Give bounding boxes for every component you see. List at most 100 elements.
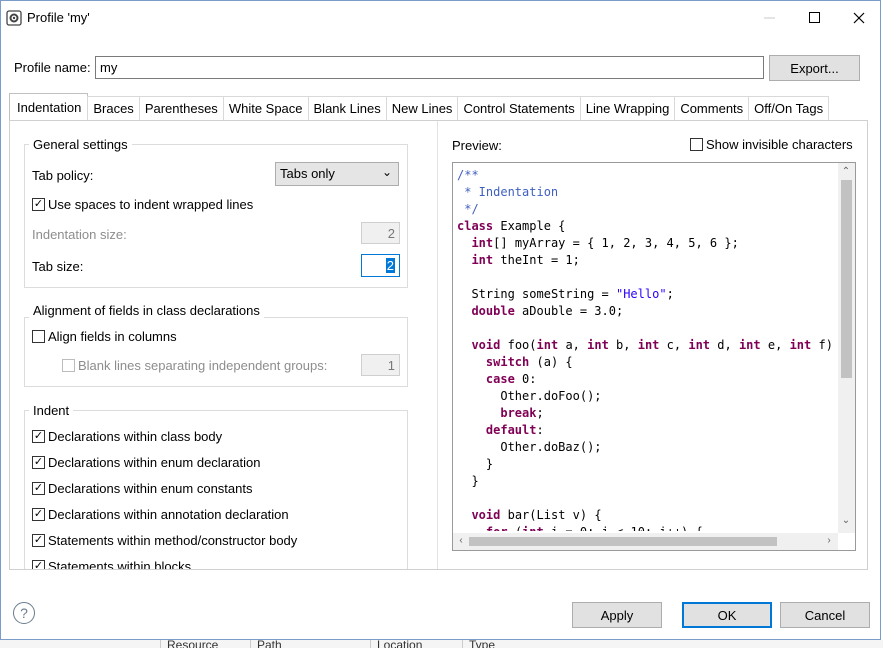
tab-policy-select[interactable]: Tabs only ⌄ xyxy=(275,162,399,186)
profile-name-input[interactable]: my xyxy=(95,56,764,79)
preview-code: /** * Indentation */ class Example { int[… xyxy=(457,167,837,531)
code-line: * Indentation xyxy=(457,185,559,199)
bg-column-location: Location xyxy=(377,640,423,648)
maximize-icon xyxy=(808,12,820,23)
minimize-icon xyxy=(763,17,775,19)
code-line: break; xyxy=(500,406,544,420)
tab-parentheses[interactable]: Parentheses xyxy=(138,96,224,120)
tab-off-on-tags[interactable]: Off/On Tags xyxy=(748,96,830,120)
minimize-button[interactable] xyxy=(746,1,792,34)
preview-hscrollbar[interactable]: ‹ › xyxy=(453,533,838,550)
show-invisible-label: Show invisible characters xyxy=(706,137,853,152)
indent-method-body-checkbox[interactable]: ✓ xyxy=(32,534,45,547)
indent-title: Indent xyxy=(29,403,74,418)
code-line: } xyxy=(457,474,479,488)
export-button[interactable]: Export... xyxy=(769,55,860,81)
help-icon[interactable]: ? xyxy=(13,602,35,624)
gear-icon xyxy=(6,10,22,26)
background-table-header: Resource Path Location Type xyxy=(0,640,883,648)
preview-hscroll-thumb[interactable] xyxy=(469,537,777,546)
align-fields-checkbox[interactable] xyxy=(32,330,45,343)
code-line: default: xyxy=(485,423,544,437)
preview-scroll-right-icon[interactable]: › xyxy=(821,535,837,546)
preview-scroll-down-icon[interactable]: ⌄ xyxy=(838,515,854,526)
close-button[interactable] xyxy=(836,1,882,34)
code-line: Other.doFoo(); xyxy=(500,389,602,403)
indent-enum-constants-checkbox[interactable]: ✓ xyxy=(32,482,45,495)
tab-white-space[interactable]: White Space xyxy=(222,96,309,120)
preview-scroll-left-icon[interactable]: ‹ xyxy=(453,535,469,546)
code-line: for (int i = 0; i < 10; i++) { xyxy=(457,524,837,531)
code-line: } xyxy=(457,457,494,471)
apply-button[interactable]: Apply xyxy=(572,602,662,628)
code-line: class Example { xyxy=(457,219,566,233)
settings-pane: General settings Tab policy: Tabs only ⌄… xyxy=(10,121,419,569)
preview-vscroll-thumb[interactable] xyxy=(841,180,852,378)
tab-strip: Indentation Braces Parentheses White Spa… xyxy=(9,93,830,120)
tab-policy-label: Tab policy: xyxy=(32,168,94,183)
code-line: /** xyxy=(457,168,479,182)
profile-dialog: Profile 'my' Profile name: my Export... … xyxy=(0,0,881,640)
tab-comments[interactable]: Comments xyxy=(674,96,750,120)
blank-lines-field[interactable]: 1 xyxy=(361,354,400,376)
bg-column-resource: Resource xyxy=(167,640,219,648)
tab-size-field[interactable]: 2 xyxy=(361,254,400,277)
blank-lines-checkbox[interactable] xyxy=(62,359,75,372)
indentation-size-label: Indentation size: xyxy=(32,227,127,242)
pane-divider xyxy=(437,121,438,569)
indent-annotation-checkbox[interactable]: ✓ xyxy=(32,508,45,521)
indent-class-body-checkbox[interactable]: ✓ xyxy=(32,430,45,443)
preview-vscrollbar[interactable]: ⌃ ⌄ xyxy=(838,163,855,533)
blank-lines-label: Blank lines separating independent group… xyxy=(78,358,328,373)
close-icon xyxy=(853,12,865,23)
use-spaces-checkbox[interactable]: ✓ xyxy=(32,198,45,211)
profile-name-label: Profile name: xyxy=(14,60,91,75)
preview-scroll-up-icon[interactable]: ⌃ xyxy=(838,166,854,177)
use-spaces-label: Use spaces to indent wrapped lines xyxy=(48,197,254,212)
code-line: double aDouble = 3.0; xyxy=(471,304,624,318)
code-line: */ xyxy=(457,202,479,216)
maximize-button[interactable] xyxy=(791,1,837,34)
preview-label: Preview: xyxy=(452,138,502,153)
code-line: String someString = "Hello"; xyxy=(471,287,674,301)
tab-policy-value: Tabs only xyxy=(280,166,335,181)
tab-indentation[interactable]: Indentation xyxy=(9,93,89,120)
bg-column-path: Path xyxy=(257,640,282,648)
indent-blocks-checkbox[interactable]: ✓ xyxy=(32,560,45,569)
align-fields-label: Align fields in columns xyxy=(48,329,177,344)
preview-box[interactable]: /** * Indentation */ class Example { int[… xyxy=(452,162,856,551)
code-line: switch (a) { xyxy=(485,355,573,369)
code-line: void bar(List v) { xyxy=(471,508,602,522)
tab-line-wrapping[interactable]: Line Wrapping xyxy=(579,96,676,120)
alignment-group xyxy=(24,317,408,387)
tab-size-value: 2 xyxy=(385,258,395,273)
show-invisible-checkbox[interactable] xyxy=(690,138,703,151)
indent-enum-declaration-label: Declarations within enum declaration xyxy=(48,455,261,470)
tab-control-statements[interactable]: Control Statements xyxy=(457,96,581,120)
code-line: void foo(int a, int b, int c, int d, int… xyxy=(471,338,833,352)
tab-size-label: Tab size: xyxy=(32,259,84,274)
indentation-size-field[interactable]: 2 xyxy=(361,222,400,244)
cancel-button[interactable]: Cancel xyxy=(780,602,870,628)
indent-class-body-label: Declarations within class body xyxy=(48,429,223,444)
tab-new-lines[interactable]: New Lines xyxy=(385,96,459,120)
code-line: int[] myArray = { 1, 2, 3, 4, 5, 6 }; xyxy=(471,236,739,250)
code-line: int theInt = 1; xyxy=(471,253,580,267)
indent-method-body-label: Statements within method/constructor bod… xyxy=(48,533,298,548)
general-settings-title: General settings xyxy=(29,137,132,152)
indent-blocks-label: Statements within blocks xyxy=(48,559,192,569)
bg-column-type: Type xyxy=(469,640,496,648)
tab-braces[interactable]: Braces xyxy=(87,96,140,120)
tab-blank-lines[interactable]: Blank Lines xyxy=(307,96,387,120)
code-line: case 0: xyxy=(485,372,537,386)
chevron-down-icon: ⌄ xyxy=(381,165,392,179)
ok-button[interactable]: OK xyxy=(682,602,772,628)
alignment-title: Alignment of fields in class declaration… xyxy=(29,303,264,318)
indent-enum-declaration-checkbox[interactable]: ✓ xyxy=(32,456,45,469)
title-bar: Profile 'my' xyxy=(1,1,880,34)
indent-annotation-label: Declarations within annotation declarati… xyxy=(48,507,289,522)
indent-enum-constants-label: Declarations within enum constants xyxy=(48,481,253,496)
